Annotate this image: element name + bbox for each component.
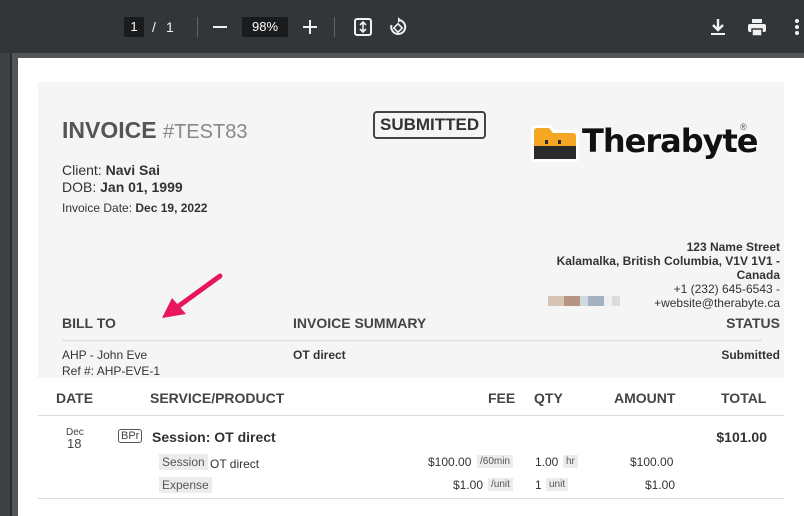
status-badge: SUBMITTED	[373, 111, 487, 139]
viewer-gutter-edge	[10, 53, 12, 516]
page-number-input[interactable]: 1	[124, 17, 144, 37]
line-qty-unit: unit	[546, 478, 569, 491]
line-fee-unit: /60min	[477, 455, 514, 468]
client-name: Navi Sai	[105, 162, 161, 178]
line-qty: 1	[535, 478, 542, 492]
session-title: Session: OT direct	[152, 429, 276, 445]
plus-icon[interactable]	[301, 17, 319, 37]
brand-name: Therabyte	[582, 122, 758, 160]
table-row-divider	[38, 498, 784, 499]
col-amount: AMOUNT	[614, 390, 676, 406]
therabyte-logo: Therabyte ®	[528, 118, 758, 170]
row-date-day: 18	[67, 436, 82, 451]
download-icon[interactable]	[707, 16, 729, 38]
line-tag: Session	[159, 454, 208, 470]
dob-label: DOB:	[62, 179, 97, 195]
invoice-title-text: INVOICE	[62, 117, 157, 143]
redacted-block	[548, 296, 620, 306]
company-phone: +1 (232) 645-6543 -	[673, 282, 780, 296]
zoom-input[interactable]: 98%	[242, 17, 288, 37]
line-item: Session OT direct $100.00 /60min 1.00 hr…	[18, 454, 804, 472]
pdf-page: INVOICE #TEST83 SUBMITTED Client: Navi S…	[18, 58, 804, 516]
line-fee: $100.00	[428, 455, 472, 469]
status-heading: STATUS	[726, 315, 780, 331]
registered-mark: ®	[740, 122, 747, 132]
invoice-summary-heading: INVOICE SUMMARY	[293, 315, 427, 331]
minus-icon[interactable]	[211, 17, 229, 37]
print-icon[interactable]	[746, 16, 768, 38]
bill-to-name: AHP - John Eve	[62, 348, 148, 362]
summary-divider	[62, 340, 762, 341]
address-line-1: 123 Name Street	[686, 240, 780, 254]
bill-to-heading: BILL TO	[62, 315, 116, 331]
address-line-2: Kalamalka, British Columbia, V1V 1V1 -	[556, 254, 780, 268]
invoice-summary-value: OT direct	[293, 348, 346, 362]
line-desc: OT direct	[210, 457, 260, 471]
rotate-icon[interactable]	[387, 16, 409, 38]
company-email: +website@therabyte.ca	[654, 296, 780, 310]
page-separator: /	[152, 19, 156, 35]
line-tag: Expense	[159, 477, 212, 493]
more-vert-icon[interactable]	[790, 16, 804, 38]
toolbar-divider	[334, 17, 335, 37]
folder-logo-icon	[531, 125, 579, 162]
col-fee: FEE	[488, 390, 516, 406]
line-qty: 1.00	[535, 455, 559, 469]
line-item: Expense $1.00 /unit 1 unit $1.00	[18, 477, 804, 495]
fit-page-icon[interactable]	[352, 16, 374, 38]
company-address: 123 Name Street Kalamalka, British Colum…	[557, 240, 780, 282]
invoice-title: INVOICE #TEST83	[62, 117, 247, 144]
address-line-3: Canada	[736, 268, 780, 282]
annotation-arrow	[162, 273, 223, 318]
line-fee-unit: /unit	[488, 478, 513, 491]
invoice-date-label: Invoice Date:	[62, 201, 133, 215]
line-amount: $100.00	[630, 455, 674, 469]
invoice-date-value: Dec 19, 2022	[135, 201, 208, 215]
pdf-toolbar: 1 / 1 98%	[0, 0, 804, 53]
row-total: $101.00	[716, 429, 767, 445]
type-badge: BPr	[118, 429, 143, 443]
bill-to-ref: Ref #: AHP-EVE-1	[62, 364, 161, 378]
status-value: Submitted	[721, 348, 780, 362]
line-qty-unit: hr	[563, 455, 578, 468]
col-qty: QTY	[534, 390, 563, 406]
page-total: 1	[166, 19, 174, 35]
client-label: Client:	[62, 162, 102, 178]
client-line: Client: Navi Sai	[62, 162, 160, 178]
col-date: DATE	[56, 390, 94, 406]
invoice-date-line: Invoice Date: Dec 19, 2022	[62, 201, 207, 215]
col-service: SERVICE/PRODUCT	[150, 390, 285, 406]
line-fee: $1.00	[453, 478, 484, 492]
col-total: TOTAL	[721, 390, 767, 406]
dob-value: Jan 01, 1999	[100, 179, 183, 195]
line-amount: $1.00	[645, 478, 676, 492]
toolbar-divider	[197, 17, 198, 37]
invoice-header-panel: INVOICE #TEST83 SUBMITTED Client: Navi S…	[38, 82, 784, 378]
dob-line: DOB: Jan 01, 1999	[62, 179, 183, 195]
invoice-number: #TEST83	[162, 121, 248, 143]
table-header-divider	[38, 415, 784, 416]
